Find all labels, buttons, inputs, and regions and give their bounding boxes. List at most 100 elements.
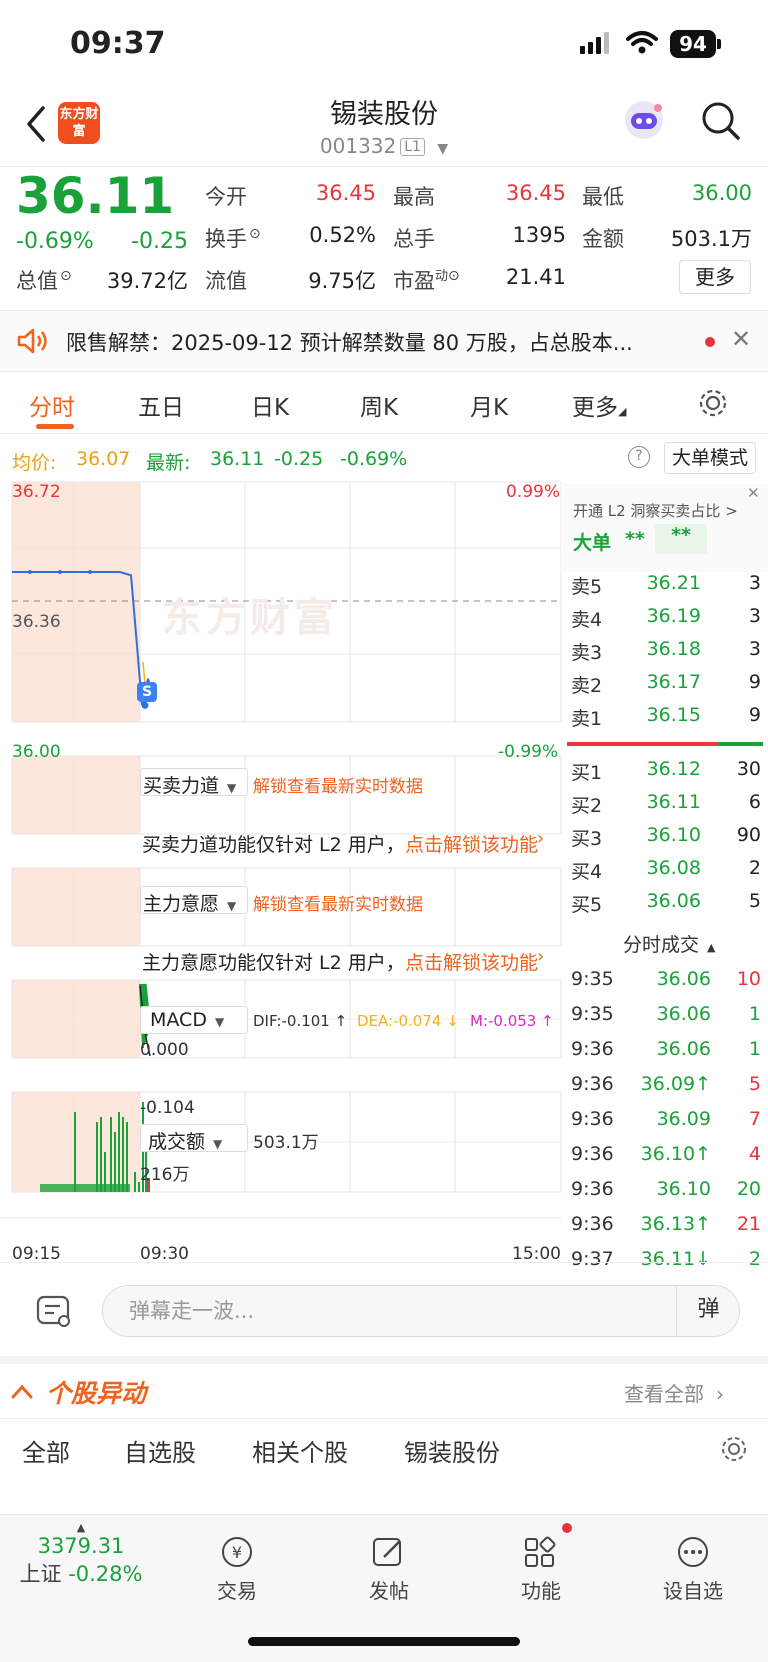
ask-row: 卖3 36.18 3: [561, 638, 761, 671]
info-icon[interactable]: ⊙: [60, 268, 72, 284]
label-turnover: 换手 ⊙: [205, 226, 261, 251]
label-amount: 金额: [582, 227, 624, 251]
power-unlock-link[interactable]: 点击解锁该功能: [405, 830, 538, 857]
trades-title[interactable]: 分时成交 ▲: [623, 930, 715, 957]
latest-percent: -0.69%: [340, 448, 408, 470]
robot-assistant-icon[interactable]: [622, 98, 666, 142]
volume-label: 成交额 ▼: [148, 1131, 223, 1153]
power-msg: 买卖力道功能仅针对 L2 用户，: [142, 834, 405, 856]
index-ticker[interactable]: ▲ 3379.31 上证 -0.28%: [6, 1515, 156, 1588]
danmu-toggle-button[interactable]: 弹: [676, 1285, 740, 1337]
ask-price: 36.19: [646, 605, 701, 627]
tab-daily-k[interactable]: 日K: [251, 388, 289, 422]
stock-code: 001332: [319, 134, 397, 158]
speaker-icon: [17, 328, 47, 354]
notice-banner[interactable]: 限售解禁：2025-09-12 预计解禁数量 80 万股，占总股本... ✕: [0, 310, 768, 372]
nav-add-watchlist[interactable]: 设自选: [618, 1515, 768, 1604]
index-change: -0.28%: [68, 1562, 143, 1586]
macd-axis-top: 0.000: [140, 1040, 189, 1060]
bid-row: 买2 36.11 6: [561, 791, 761, 824]
bid-label: 买2: [571, 795, 603, 817]
chevron-up-icon[interactable]: [10, 1382, 34, 1400]
bid-label: 买3: [571, 828, 603, 850]
trade-volume: 4: [748, 1143, 761, 1165]
more-button[interactable]: 更多: [679, 260, 751, 294]
search-icon[interactable]: [700, 100, 742, 142]
change-percent: -0.69%: [16, 229, 94, 254]
subtab-all[interactable]: 全部: [22, 1433, 70, 1468]
nav-trade[interactable]: ¥ 交易: [162, 1515, 312, 1604]
power-unlock-text[interactable]: 解锁查看最新实时数据: [253, 772, 423, 797]
comment-input[interactable]: 弹幕走一波...: [102, 1285, 740, 1337]
ask-label: 卖3: [571, 642, 603, 664]
trade-row: 9:36 36.10 20: [561, 1178, 761, 1213]
chevron-right-icon[interactable]: ›: [537, 828, 544, 849]
volume-bar: [114, 1132, 116, 1192]
trade-volume: 20: [736, 1178, 761, 1200]
premarket-shade: [12, 868, 140, 946]
chevron-right-icon[interactable]: ›: [537, 946, 544, 967]
close-icon[interactable]: ✕: [747, 484, 760, 502]
movement-title: 个股异动: [46, 1379, 147, 1408]
trade-volume: 5: [748, 1073, 761, 1095]
bid-row: 买3 36.10 90: [561, 824, 761, 857]
notice-text: 限售解禁：2025-09-12 预计解禁数量 80 万股，占总股本...: [66, 331, 633, 355]
time-axis-open: 09:30: [140, 1244, 189, 1264]
trade-time: 9:36: [571, 1108, 614, 1130]
movement-subtabs: 全部 自选股 相关个股 锡装股份: [0, 1418, 768, 1480]
value-amount: 503.1万: [670, 227, 752, 251]
info-icon[interactable]: ⊙: [249, 226, 261, 242]
close-icon[interactable]: ✕: [731, 325, 751, 353]
tab-more[interactable]: 更多◢: [572, 388, 626, 422]
view-all-link[interactable]: 查看全部 ›: [624, 1378, 724, 1407]
macd-dif: DIF:-0.101 ↑: [253, 1012, 348, 1030]
latest-label: 最新:: [146, 452, 191, 474]
tab-monthly-k[interactable]: 月K: [470, 388, 508, 422]
bid-label: 买4: [571, 861, 603, 883]
subtab-current-stock[interactable]: 锡装股份: [404, 1433, 500, 1468]
bid-price: 36.11: [646, 791, 701, 813]
bid-price: 36.06: [646, 890, 701, 912]
last-price-dot: [141, 701, 149, 709]
volume-bar: [74, 1112, 76, 1192]
bid-price: 36.12: [646, 758, 701, 780]
wifi-icon: [626, 31, 658, 54]
trade-row: 9:36 36.06 1: [561, 1038, 761, 1073]
subtab-watchlist[interactable]: 自选股: [124, 1433, 196, 1468]
subtab-related[interactable]: 相关个股: [252, 1433, 348, 1468]
battery-level: 94: [670, 30, 716, 58]
message-settings-icon[interactable]: [36, 1293, 72, 1329]
value-pe: 21.41: [505, 265, 566, 289]
tab-weekly-k[interactable]: 周K: [360, 388, 398, 422]
trade-time: 9:35: [571, 968, 614, 990]
pct-axis-low: -0.99%: [498, 742, 559, 762]
trade-time: 9:35: [571, 1003, 614, 1025]
help-icon[interactable]: ?: [628, 446, 650, 468]
trade-volume: 7: [748, 1108, 761, 1130]
tab-intraday[interactable]: 分时: [29, 388, 75, 422]
volume-value: 503.1万: [253, 1133, 319, 1153]
ask-label: 卖2: [571, 675, 603, 697]
intent-unlock-text[interactable]: 解锁查看最新实时数据: [253, 890, 423, 915]
label-volume: 总手: [393, 227, 435, 251]
sell-marker[interactable]: S: [137, 682, 157, 702]
tab-five-day[interactable]: 五日: [138, 388, 184, 422]
ask-price: 36.17: [646, 671, 701, 693]
ask-price: 36.15: [646, 704, 701, 726]
label-low: 最低: [582, 185, 624, 209]
nav-post[interactable]: 发帖: [314, 1515, 464, 1604]
notification-dot: [562, 1523, 572, 1533]
gear-icon[interactable]: [698, 388, 728, 418]
intent-unlock-link[interactable]: 点击解锁该功能: [405, 948, 538, 975]
trade-icon: ¥: [222, 1537, 252, 1567]
index-name: 上证: [19, 1562, 62, 1586]
ask-row: 卖2 36.17 9: [561, 671, 761, 704]
l2-promo-text[interactable]: 开通 L2 洞察买卖占比 >: [573, 500, 738, 521]
trade-price: 36.06: [656, 1038, 711, 1060]
nav-functions[interactable]: 功能: [466, 1515, 616, 1604]
gear-icon[interactable]: [720, 1435, 748, 1463]
info-icon[interactable]: ⊙: [448, 268, 460, 284]
grid-icon: [525, 1536, 556, 1567]
bid-volume: 5: [748, 890, 761, 912]
big-order-mode-button[interactable]: 大单模式: [664, 442, 756, 474]
